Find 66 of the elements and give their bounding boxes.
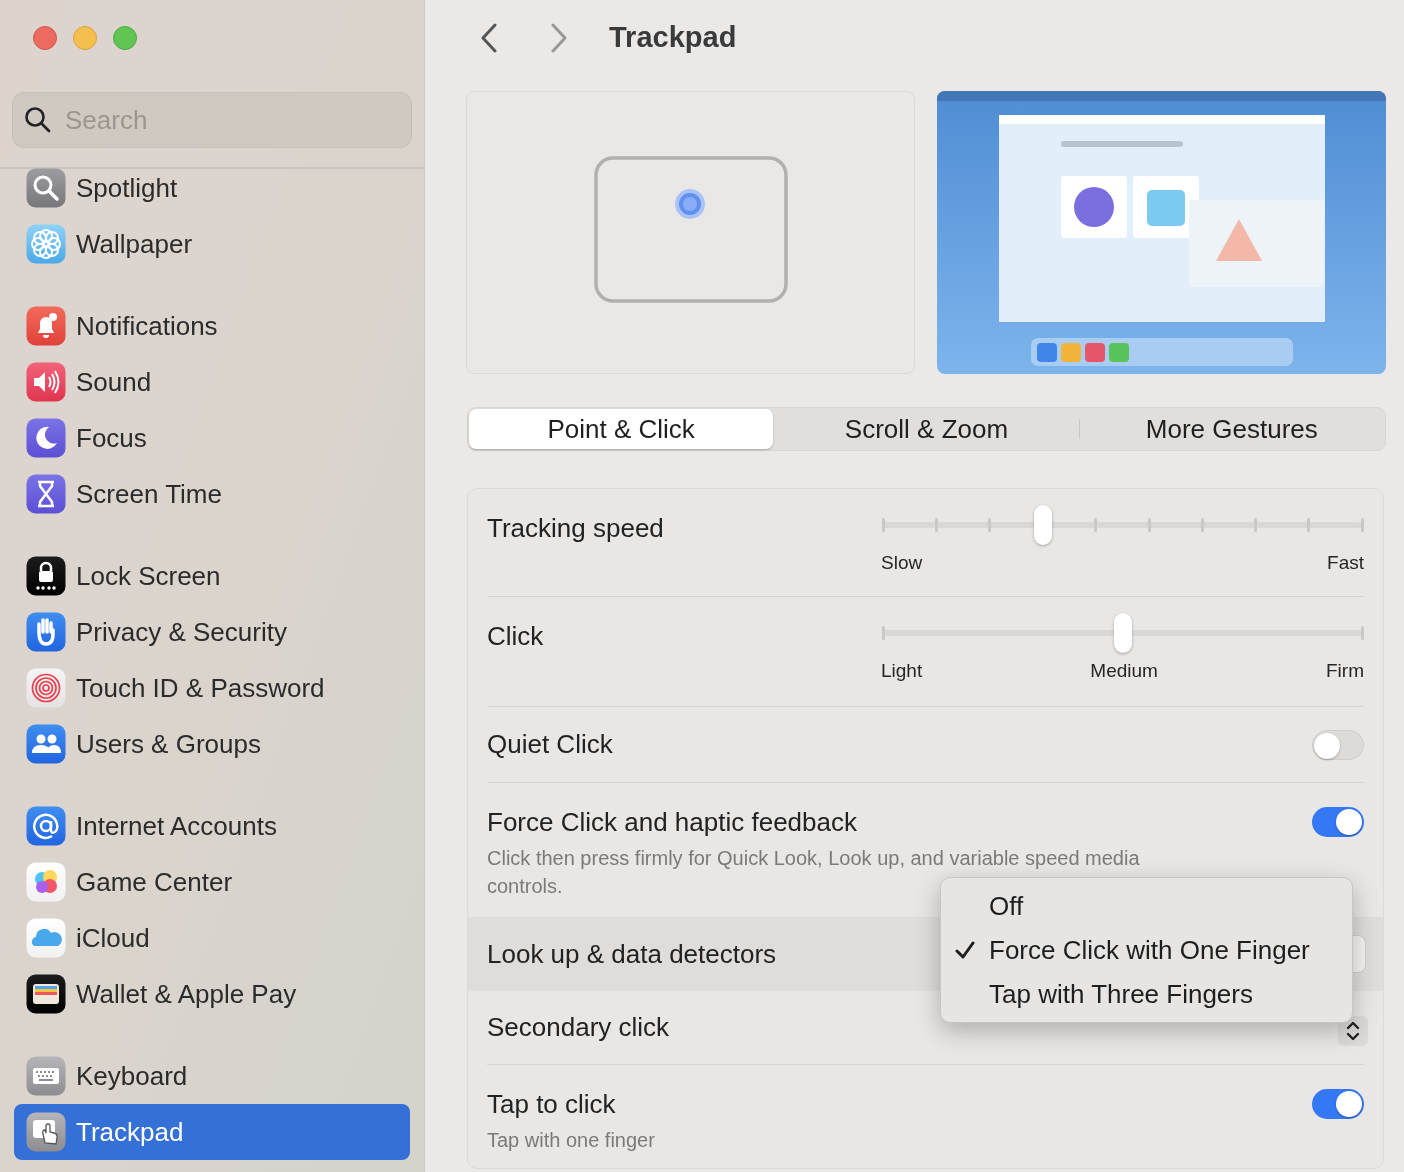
sidebar-item[interactable]: Notifications: [14, 298, 410, 354]
keyboard-icon: [26, 1056, 66, 1096]
tab[interactable]: More Gestures: [1079, 409, 1384, 449]
checkmark-icon: [955, 940, 975, 960]
sidebar-item[interactable]: iCloud: [14, 910, 410, 966]
chevron-up-down-icon: [1346, 1019, 1360, 1042]
tab[interactable]: Scroll & Zoom: [774, 409, 1079, 449]
fingerprint-icon: [26, 668, 66, 708]
sidebar-item[interactable]: Game Center: [14, 854, 410, 910]
sidebar-item[interactable]: Wallet & Apple Pay: [14, 966, 410, 1022]
at-sign-icon: [26, 806, 66, 846]
sidebar-item[interactable]: Touch ID & Password: [14, 660, 410, 716]
toggle-switch[interactable]: [1312, 729, 1364, 760]
search-icon: [24, 106, 52, 134]
hourglass-icon: [26, 474, 66, 514]
setting-label: Force Click and haptic feedback: [487, 806, 858, 839]
maximize-window-button[interactable]: [113, 25, 137, 50]
sidebar-item[interactable]: Privacy & Security: [14, 604, 410, 660]
people-icon: [26, 724, 66, 764]
menu-item[interactable]: Tap with Three Fingers: [941, 972, 1352, 1016]
sidebar-item[interactable]: Focus: [14, 410, 410, 466]
cloud-icon: [26, 918, 66, 958]
slider[interactable]: [883, 613, 1362, 653]
setting-label: Secondary click: [487, 1011, 670, 1044]
sidebar-item[interactable]: Spotlight: [14, 160, 410, 216]
setting-label: Look up & data detectors: [487, 937, 777, 971]
bell-icon: [26, 306, 66, 346]
back-icon: [480, 22, 498, 53]
slider-label: Medium: [1090, 659, 1158, 683]
sidebar-item[interactable]: Screen Time: [14, 466, 410, 522]
sidebar-item[interactable]: Wallpaper: [14, 216, 410, 272]
sidebar-item[interactable]: Internet Accounts: [14, 798, 410, 854]
setting-description: Tap with one finger: [487, 1128, 656, 1153]
sidebar-item[interactable]: Sound: [14, 354, 410, 410]
sidebar-item[interactable]: Lock Screen: [14, 548, 410, 604]
setting-label: Quiet Click: [487, 728, 613, 761]
bubbles-icon: [26, 862, 66, 902]
slider-label: Firm: [1326, 659, 1364, 683]
sidebar-item[interactable]: Users & Groups: [14, 716, 410, 772]
speaker-icon: [26, 362, 66, 402]
menu-item[interactable]: Force Click with One Finger: [941, 928, 1352, 972]
hand-icon: [26, 612, 66, 652]
moon-icon: [26, 418, 66, 458]
slider-thumb[interactable]: [1033, 505, 1052, 545]
flower-icon: [26, 224, 66, 264]
trackpad-icon: [26, 1112, 66, 1152]
slider-label: Fast: [1327, 551, 1364, 575]
padlock-icon: [26, 556, 66, 596]
setting-label: Click: [487, 620, 544, 653]
magnifier-icon: [26, 168, 66, 208]
setting-label: Tracking speed: [487, 512, 664, 545]
sidebar-item[interactable]: Trackpad: [14, 1104, 410, 1160]
minimize-window-button[interactable]: [73, 25, 97, 50]
slider-thumb[interactable]: [1113, 613, 1132, 653]
slider-label: Slow: [881, 551, 923, 575]
toggle-switch[interactable]: [1312, 807, 1364, 837]
close-window-button[interactable]: [33, 25, 57, 50]
window-title: Trackpad: [609, 19, 737, 55]
wallet-icon: [26, 974, 66, 1014]
setting-label: Tap to click: [487, 1088, 617, 1121]
forward-icon: [550, 22, 568, 53]
sidebar-item[interactable]: Keyboard: [14, 1048, 410, 1104]
tab[interactable]: Point & Click: [469, 409, 774, 449]
slider-label: Light: [881, 659, 923, 683]
toggle-switch[interactable]: [1312, 1089, 1364, 1119]
slider[interactable]: [883, 505, 1362, 545]
